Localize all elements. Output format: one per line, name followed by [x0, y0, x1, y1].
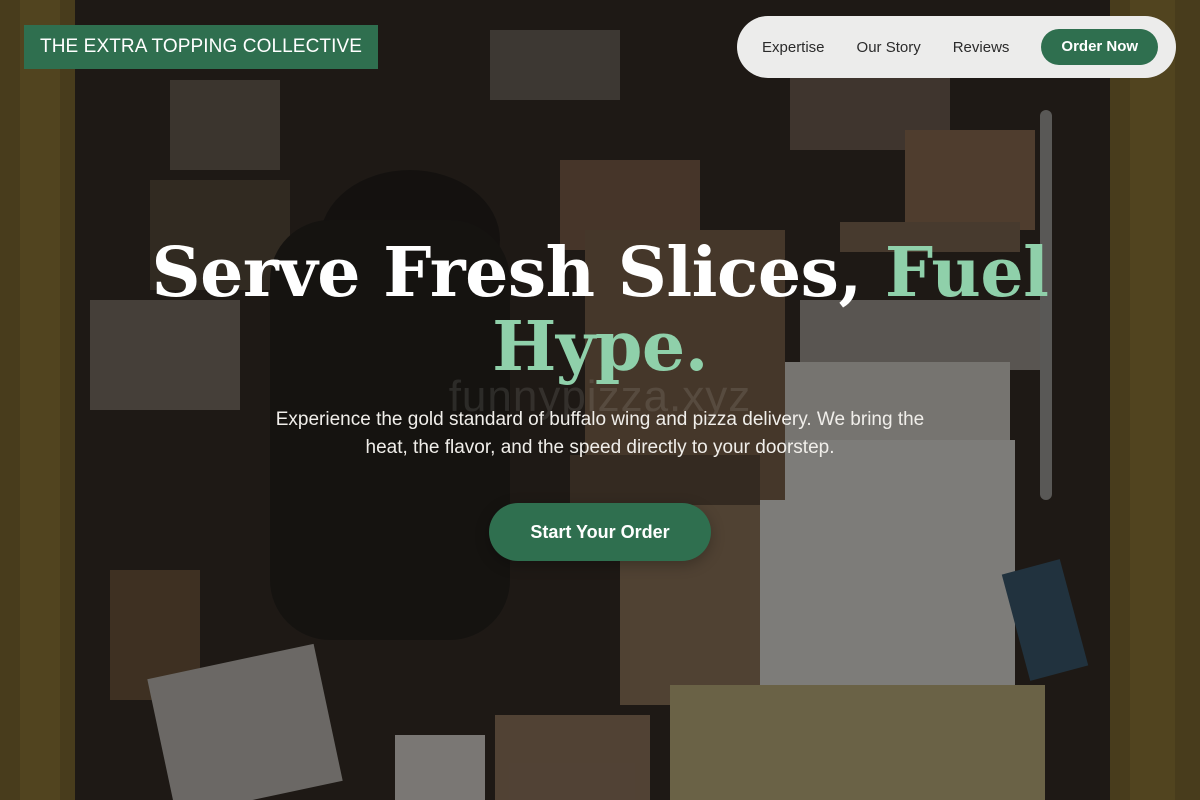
nav-link-our-story[interactable]: Our Story	[857, 39, 921, 56]
top-navigation: Expertise Our Story Reviews Order Now	[737, 16, 1176, 78]
order-now-button[interactable]: Order Now	[1041, 29, 1159, 65]
brand-logo[interactable]: THE EXTRA TOPPING COLLECTIVE	[24, 25, 379, 69]
nav-link-reviews[interactable]: Reviews	[953, 39, 1010, 56]
start-order-button[interactable]: Start Your Order	[489, 503, 711, 561]
hero-title-main: Serve Fresh Slices,	[151, 233, 885, 313]
nav-link-expertise[interactable]: Expertise	[762, 39, 825, 56]
hero-title: Serve Fresh Slices, Fuel Hype.	[100, 236, 1100, 384]
hero-subtitle: Experience the gold standard of buffalo …	[275, 409, 925, 458]
